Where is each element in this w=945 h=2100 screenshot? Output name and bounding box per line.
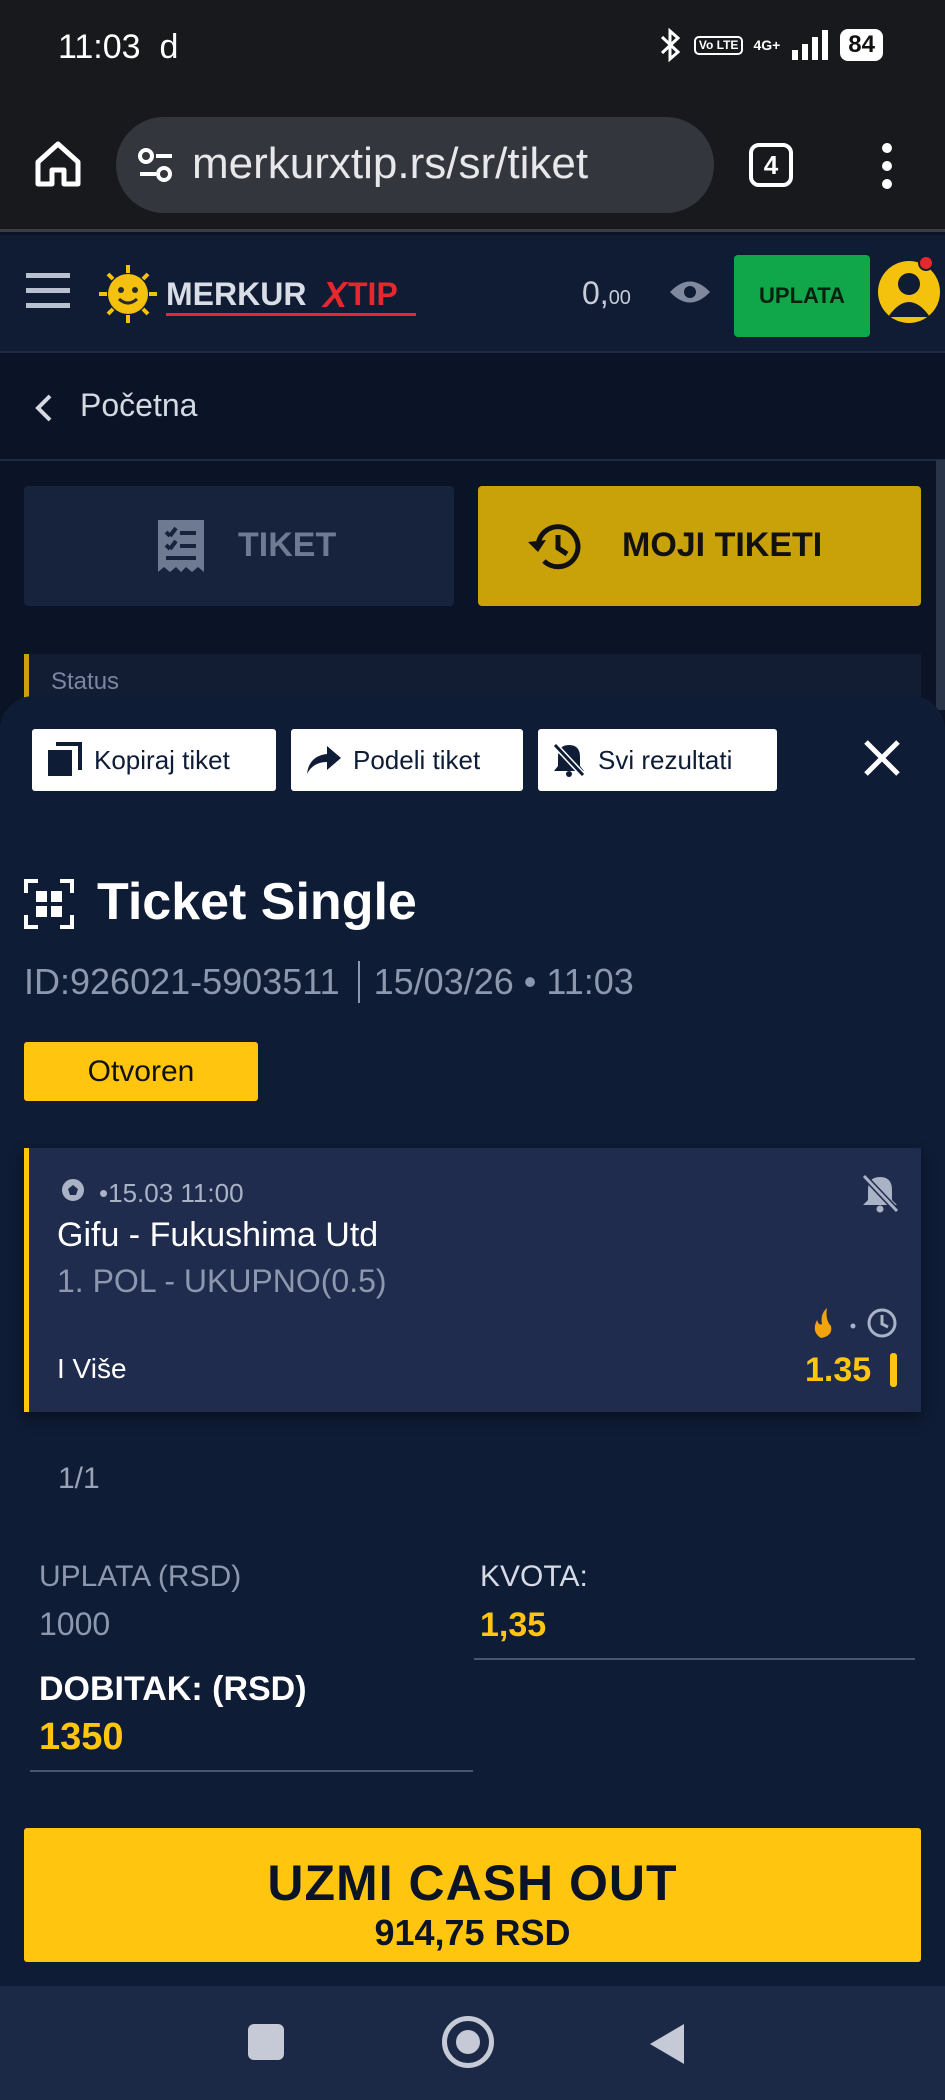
bell-off-icon: [552, 742, 586, 778]
pager: 1/1: [58, 1462, 100, 1495]
bet-card: •15.03 11:00 Gifu - Fukushima Utd 1. POL…: [24, 1148, 921, 1412]
app-header: MERKUR X TIP 0,00 UPLATA: [0, 235, 945, 353]
copy-icon: [48, 742, 82, 776]
deposit-button[interactable]: UPLATA: [734, 255, 870, 337]
share-icon: [307, 746, 341, 774]
bet-pick: I Više: [57, 1353, 127, 1384]
breadcrumb[interactable]: Početna: [0, 355, 945, 461]
tab-tiket-label: TIKET: [238, 526, 337, 564]
notification-dot: [918, 255, 934, 271]
match-name: Gifu - Fukushima Utd: [57, 1216, 379, 1254]
site-settings-icon[interactable]: [136, 145, 176, 185]
cash-out-button[interactable]: UZMI CASH OUT 914,75 RSD: [24, 1828, 921, 1962]
sun-logo-icon: [99, 265, 157, 323]
bluetooth-icon: [660, 28, 681, 62]
payout-label: DOBITAK: (RSD): [39, 1670, 307, 1708]
svg-text:MERKUR: MERKUR: [166, 276, 306, 312]
address-bar[interactable]: merkurxtip.rs/sr/tiket: [116, 117, 714, 213]
close-icon[interactable]: [858, 734, 906, 782]
share-ticket-button[interactable]: Podeli tiket: [291, 729, 523, 791]
fire-icon: [814, 1308, 832, 1338]
tab-tiket[interactable]: TIKET: [24, 486, 454, 606]
ticket-datetime: 15/03/26 • 11:03: [373, 961, 634, 1002]
ticket-id: ID:926021-5903511: [24, 961, 340, 1002]
copy-ticket-button[interactable]: Kopiraj tiket: [32, 729, 276, 791]
soccer-ball-icon: [60, 1177, 86, 1203]
odds-value: 1,35: [480, 1606, 547, 1644]
merkurxtip-logo[interactable]: MERKUR X TIP: [98, 263, 428, 325]
event-datetime: •15.03 11:00: [99, 1178, 244, 1208]
clock-icon: [867, 1308, 897, 1338]
tab-moji-tiketi[interactable]: MOJI TIKETI: [478, 486, 921, 606]
system-nav-bar: [0, 1986, 945, 2100]
status-badge: Otvoren: [24, 1042, 258, 1101]
ticket-qr-icon: [24, 879, 74, 929]
back-icon[interactable]: [648, 2022, 688, 2066]
scrollbar[interactable]: [936, 460, 945, 710]
tab-moji-tiketi-label: MOJI TIKETI: [622, 526, 823, 564]
more-menu-icon[interactable]: [872, 140, 902, 192]
ticket-detail-sheet: Kopiraj tiket Podeli tiket Svi rezultati…: [0, 696, 945, 1986]
balance-value: 0,00: [582, 275, 631, 311]
avatar[interactable]: [878, 261, 940, 323]
network-type-icon: 4G+: [753, 37, 781, 53]
market-name: 1. POL - UKUPNO(0.5): [57, 1263, 387, 1299]
ticket-list-icon: [158, 520, 204, 572]
status-icons: Vo LTE 4G+ 84: [658, 28, 883, 62]
bell-off-icon[interactable]: [859, 1172, 901, 1214]
odds-indicators: [814, 1308, 897, 1338]
odd-indicator-bar: [890, 1353, 897, 1387]
divider: [30, 1770, 473, 1772]
home-button[interactable]: [442, 2016, 494, 2068]
clock: 11:03 d: [58, 28, 179, 66]
eye-icon[interactable]: [668, 277, 712, 307]
svg-text:TIP: TIP: [348, 276, 398, 312]
status-bar: 11:03 d Vo LTE 4G+ 84: [0, 0, 945, 100]
stake-label: UPLATA (RSD): [39, 1560, 242, 1593]
bet-odd: 1.35: [805, 1351, 872, 1389]
status-filter-label: Status: [51, 668, 120, 695]
battery-icon: 84: [840, 29, 883, 61]
breadcrumb-home-link[interactable]: Početna: [80, 387, 197, 424]
all-results-button[interactable]: Svi rezultati: [538, 729, 777, 791]
odds-label: KVOTA:: [480, 1560, 588, 1593]
payout-value: 1350: [39, 1716, 124, 1758]
volte-icon: Vo LTE: [693, 35, 744, 55]
recents-button[interactable]: [248, 2024, 284, 2060]
chevron-left-icon[interactable]: [32, 393, 56, 423]
signal-icon: [792, 30, 829, 60]
menu-icon[interactable]: [26, 271, 70, 311]
svg-text:X: X: [321, 274, 349, 315]
ticket-title: Ticket Single: [97, 873, 417, 931]
stake-value: 1000: [39, 1606, 111, 1642]
history-icon: [528, 524, 581, 570]
ticket-meta: ID:926021-5903511 15/03/26 • 11:03: [24, 961, 634, 1003]
divider: [474, 1658, 915, 1660]
home-icon[interactable]: [32, 138, 84, 190]
tab-switcher-button[interactable]: 4: [749, 143, 793, 187]
browser-toolbar: merkurxtip.rs/sr/tiket 4: [0, 100, 945, 232]
url-text: merkurxtip.rs/sr/tiket: [192, 139, 589, 188]
